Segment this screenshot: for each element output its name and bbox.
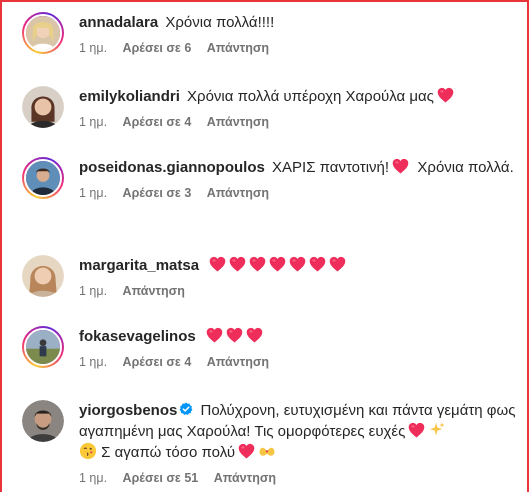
comment-text-continued: Σ αγαπώ τόσο πολύ xyxy=(101,444,236,461)
heart-emoji-icon xyxy=(229,256,246,272)
avatar[interactable] xyxy=(22,400,64,442)
heart-emoji-icon xyxy=(238,443,255,459)
comment-meta: 1 ημ. Αρέσει σε 4 Απάντηση xyxy=(79,115,517,131)
verified-badge-icon xyxy=(179,402,193,415)
username[interactable]: fokasevagelinos xyxy=(79,328,196,345)
avatar[interactable] xyxy=(22,326,64,368)
heart-emoji-icon xyxy=(269,256,286,272)
avatar[interactable] xyxy=(22,157,64,199)
reply-button[interactable]: Απάντηση xyxy=(207,41,269,55)
reply-button[interactable]: Απάντηση xyxy=(207,355,269,369)
reply-button[interactable]: Απάντηση xyxy=(207,115,269,129)
username[interactable]: emilykoliandri xyxy=(79,88,180,105)
reply-button[interactable]: Απάντηση xyxy=(207,186,269,200)
comment-text: Χρόνια πολλά υπέροχη Χαρούλα μας xyxy=(187,88,434,105)
comment-meta: 1 ημ. Αρέσει σε 51 Απάντηση xyxy=(79,471,517,487)
timestamp[interactable]: 1 ημ. xyxy=(79,115,107,129)
heart-emoji-icon xyxy=(226,327,243,343)
username[interactable]: poseidonas.giannopoulos xyxy=(79,159,265,176)
comment-text: ΧΑΡΙΣ παντοτινή! xyxy=(272,159,390,176)
likes-count[interactable]: Αρέσει σε 6 xyxy=(123,41,192,55)
comment-text: Χρόνια πολλά!!!! xyxy=(165,14,275,31)
heart-emoji-icon xyxy=(209,256,226,272)
reply-button[interactable]: Απάντηση xyxy=(123,284,185,298)
heart-emoji-icon xyxy=(309,256,326,272)
comment-text-continued: Χρόνια πολλά. xyxy=(417,159,514,176)
comment-meta: 1 ημ. Αρέσει σε 3 Απάντηση xyxy=(79,186,517,202)
likes-count[interactable]: Αρέσει σε 4 xyxy=(123,115,192,129)
sparkles-emoji-icon xyxy=(430,422,445,436)
heart-emoji-icon xyxy=(206,327,223,343)
heart-emoji-icon xyxy=(246,327,263,343)
username[interactable]: yiorgosbenos xyxy=(79,402,177,419)
heart-emoji-icon xyxy=(249,256,266,272)
username[interactable]: annadalara xyxy=(79,14,158,31)
heart-emoji-icon xyxy=(392,158,409,174)
heart-emoji-icon xyxy=(289,256,306,272)
avatar[interactable] xyxy=(22,255,64,297)
heart-emoji-icon xyxy=(437,87,454,103)
heart-hands-emoji-icon xyxy=(259,447,275,456)
heart-emoji-icon xyxy=(408,422,425,438)
avatar[interactable] xyxy=(22,86,64,128)
reply-button[interactable]: Απάντηση xyxy=(214,471,276,485)
comment-meta: 1 ημ. Αρέσει σε 4 Απάντηση xyxy=(79,355,517,371)
kiss-emoji-icon xyxy=(79,442,97,460)
avatar[interactable] xyxy=(22,12,64,54)
likes-count[interactable]: Αρέσει σε 3 xyxy=(123,186,192,200)
timestamp[interactable]: 1 ημ. xyxy=(79,355,107,369)
comment-meta: 1 ημ. Αρέσει σε 6 Απάντηση xyxy=(79,41,517,57)
likes-count[interactable]: Αρέσει σε 51 xyxy=(123,471,199,485)
timestamp[interactable]: 1 ημ. xyxy=(79,471,107,485)
timestamp[interactable]: 1 ημ. xyxy=(79,41,107,55)
timestamp[interactable]: 1 ημ. xyxy=(79,284,107,298)
username[interactable]: margarita_matsa xyxy=(79,257,199,274)
timestamp[interactable]: 1 ημ. xyxy=(79,186,107,200)
likes-count[interactable]: Αρέσει σε 4 xyxy=(123,355,192,369)
comment-meta: 1 ημ. Απάντηση xyxy=(79,284,517,300)
heart-emoji-icon xyxy=(329,256,346,272)
